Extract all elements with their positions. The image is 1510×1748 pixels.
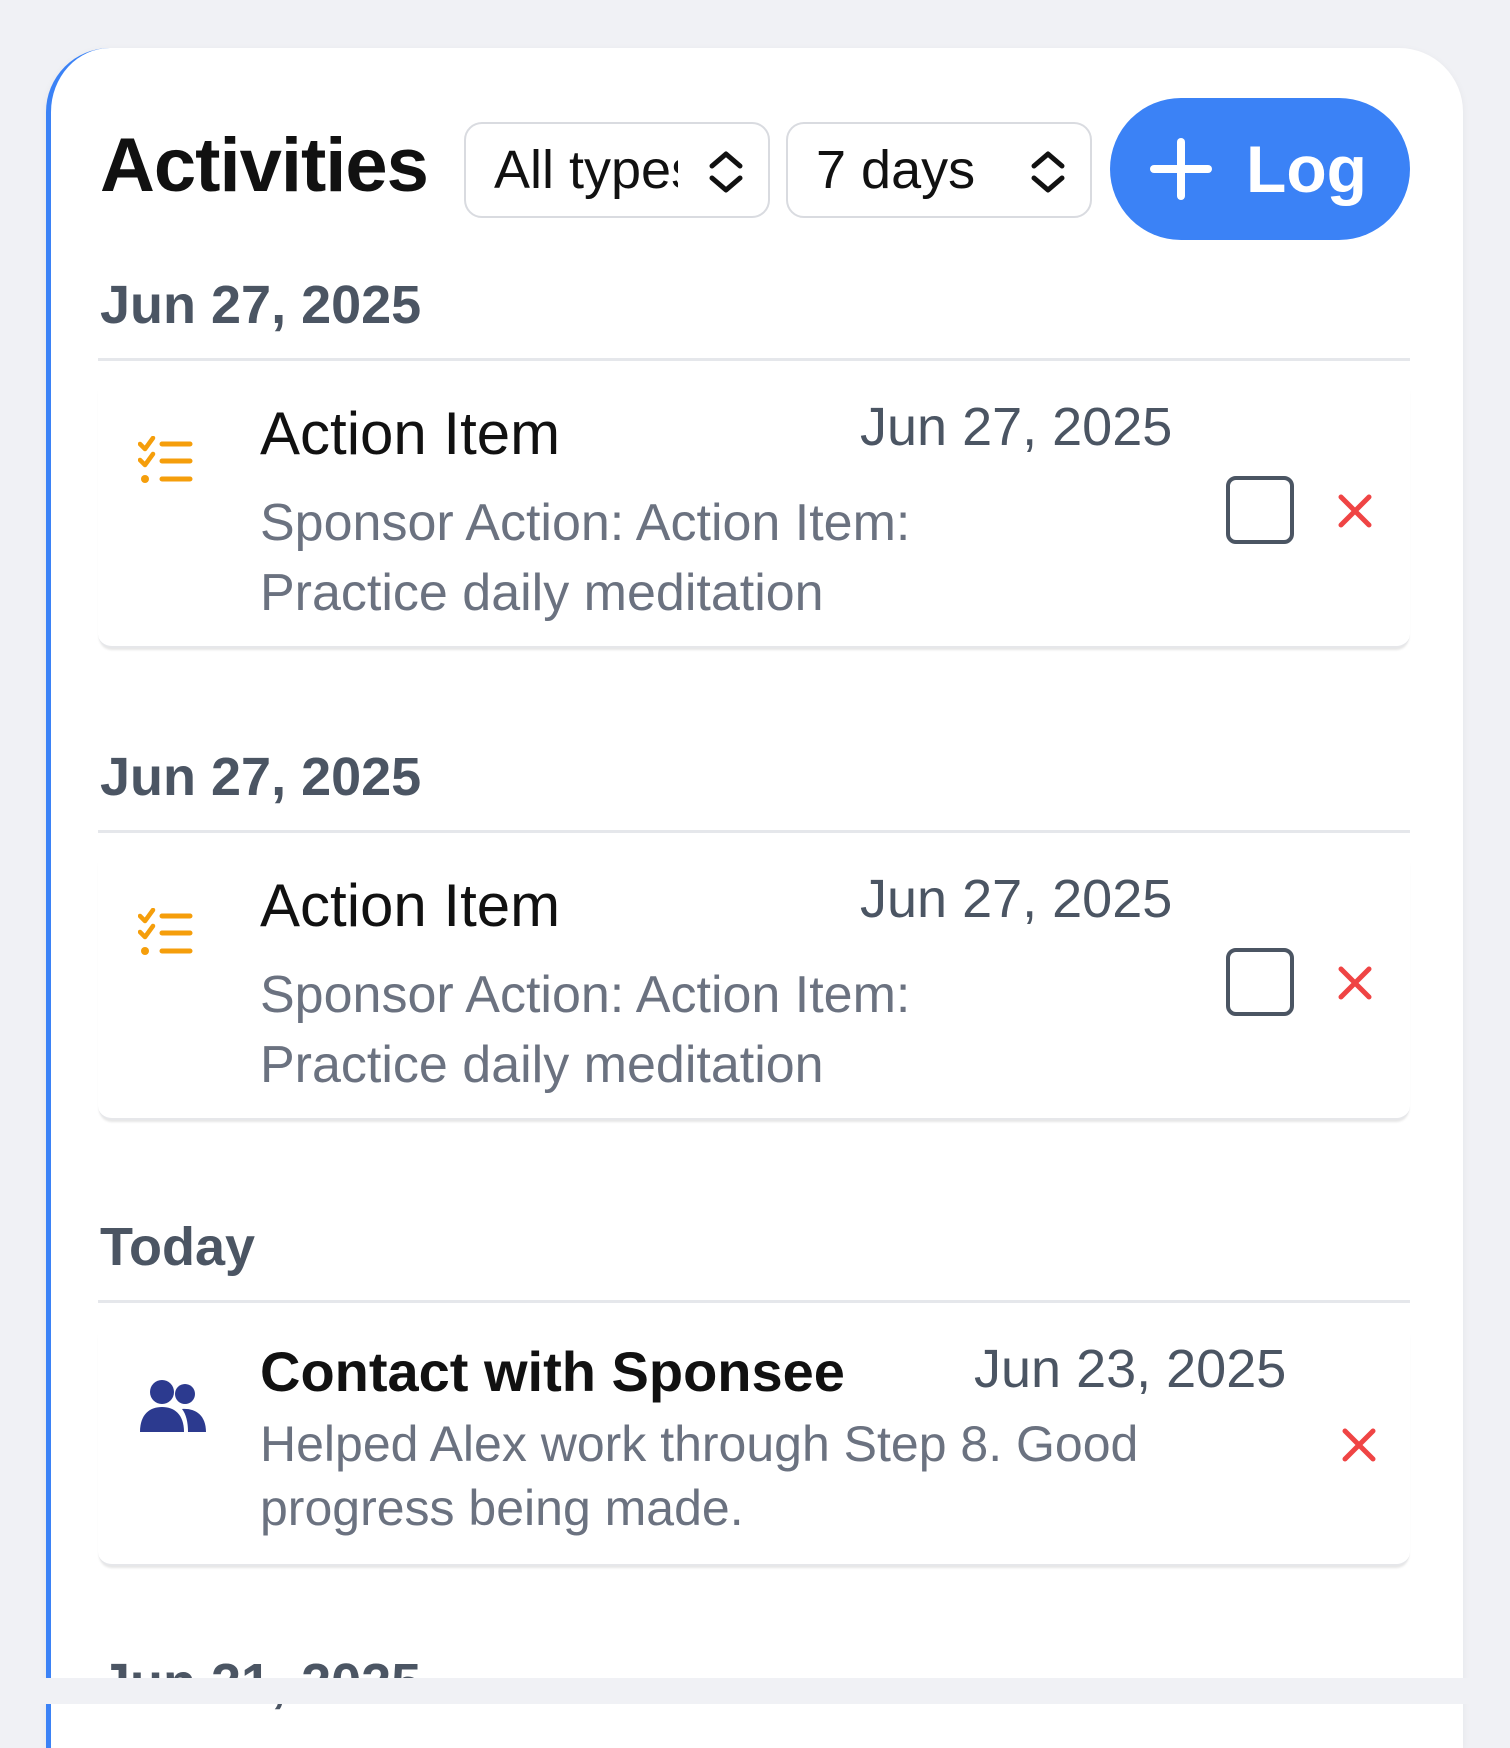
activity-description: Sponsor Action: Action Item: Practice da… — [260, 966, 911, 1094]
group-divider — [98, 1300, 1410, 1303]
complete-checkbox[interactable] — [1226, 948, 1294, 1016]
checklist-icon — [138, 908, 193, 955]
group-divider — [98, 358, 1410, 361]
days-filter-value: 7 days — [816, 140, 976, 200]
type-filter-value: All types — [494, 140, 678, 200]
days-filter-select[interactable]: 7 days — [786, 122, 1092, 218]
delete-icon[interactable] — [1342, 1428, 1376, 1462]
activity-title: Action Item — [260, 872, 561, 939]
checklist-icon — [138, 436, 193, 483]
group-date-label: Today — [100, 1217, 256, 1277]
log-activity-button[interactable]: Log — [1110, 98, 1410, 240]
group-date-label: Jun 27, 2025 — [100, 275, 422, 335]
users-icon — [140, 1380, 206, 1432]
activity-title: Contact with Sponsee — [260, 1340, 845, 1403]
activity-date: Jun 27, 2025 — [860, 397, 1173, 457]
activity-item[interactable]: Action Item Jun 27, 2025 Sponsor Action:… — [98, 378, 1410, 648]
type-filter-select[interactable]: All types — [464, 122, 770, 218]
delete-icon[interactable] — [1338, 966, 1372, 1000]
log-button-label: Log — [1246, 132, 1367, 206]
plus-icon — [1150, 138, 1212, 200]
group-date-label: Jun 27, 2025 — [100, 747, 422, 807]
activity-item[interactable]: Action Item Jun 27, 2025 Sponsor Action:… — [98, 850, 1410, 1120]
page-title: Activities — [100, 123, 429, 208]
viewport-bottom-edge — [0, 1678, 1510, 1704]
activity-description: Sponsor Action: Action Item: Practice da… — [260, 494, 911, 622]
activity-description: Helped Alex work through Step 8. Good pr… — [260, 1416, 1139, 1536]
complete-checkbox[interactable] — [1226, 476, 1294, 544]
activity-date: Jun 23, 2025 — [974, 1339, 1287, 1399]
activity-title: Action Item — [260, 400, 561, 467]
activity-date: Jun 27, 2025 — [860, 869, 1173, 929]
group-divider — [98, 830, 1410, 833]
delete-icon[interactable] — [1338, 494, 1372, 528]
activities-header: Activities All types 7 days Log — [100, 98, 1410, 240]
chevron-up-down-icon — [1031, 151, 1065, 193]
activity-item[interactable]: Contact with Sponsee Jun 23, 2025 Helped… — [98, 1322, 1410, 1566]
chevron-up-down-icon — [709, 151, 743, 193]
